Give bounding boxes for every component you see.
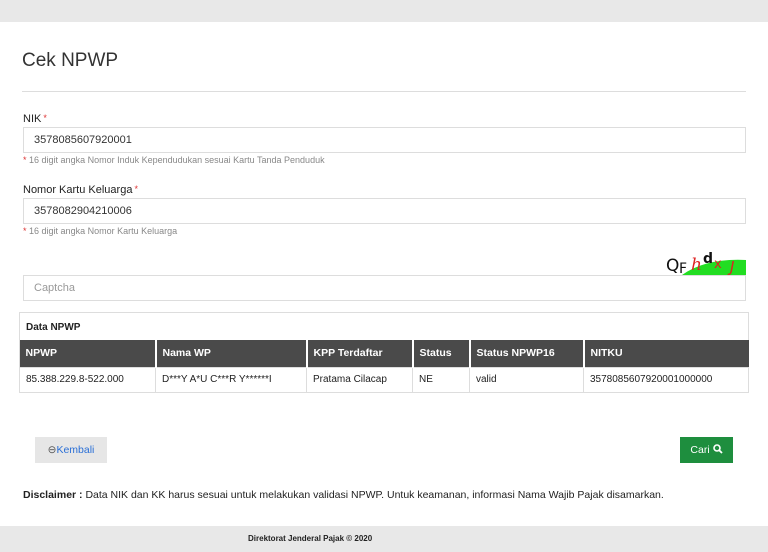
column-header: Status [412, 340, 471, 367]
back-button[interactable]: ⊖Kembali [35, 437, 107, 463]
cell-nitku: 3578085607920001000000 [583, 366, 749, 393]
page-title: Cek NPWP [22, 50, 119, 71]
captcha-image: Q F h d x J [666, 250, 746, 275]
svg-text:d: d [703, 251, 713, 267]
disclaimer: Disclaimer : Data NIK dan KK harus sesua… [23, 489, 664, 501]
nik-label: NIK * [23, 113, 47, 125]
cell-nama-wp: D***Y A*U C***R Y******I [155, 366, 307, 393]
column-header: KPP Terdaftar [306, 340, 414, 367]
svg-text:h: h [691, 255, 702, 275]
search-button[interactable]: Cari [680, 437, 733, 463]
divider [22, 91, 746, 92]
svg-text:x: x [714, 257, 722, 272]
cell-kpp: Pratama Cilacap [306, 366, 413, 393]
cell-npwp: 85.388.229.8-522.000 [19, 366, 156, 393]
column-header: Status NPWP16 [469, 340, 585, 367]
npwp-table: NPWP Nama WP KPP Terdaftar Status Status… [19, 340, 749, 393]
search-icon [712, 444, 723, 454]
npwp-data-panel: Data NPWP NPWP Nama WP KPP Terdaftar Sta… [19, 312, 749, 393]
svg-text:F: F [679, 261, 687, 275]
kk-label: Nomor Kartu Keluarga * [23, 184, 138, 196]
nik-help: * 16 digit angka Nomor Induk Kependuduka… [23, 155, 325, 165]
captcha-input[interactable]: Captcha [23, 275, 746, 301]
table-row: 85.388.229.8-522.000 D***Y A*U C***R Y**… [19, 366, 749, 393]
column-header: NPWP [19, 340, 157, 367]
kk-help: * 16 digit angka Nomor Kartu Keluarga [23, 226, 178, 236]
table-header-row: NPWP Nama WP KPP Terdaftar Status Status… [19, 340, 749, 367]
top-bar [0, 0, 768, 22]
column-header: Nama WP [155, 340, 308, 367]
nik-input[interactable]: 3578085607920001 [23, 127, 746, 153]
kk-input[interactable]: 3578082904210006 [23, 198, 746, 224]
panel-title: Data NPWP [26, 322, 81, 333]
cell-status: NE [412, 366, 470, 393]
footer: Direktorat Jenderal Pajak © 2020 [0, 526, 768, 552]
column-header: NITKU [583, 340, 749, 367]
svg-text:Q: Q [666, 256, 679, 275]
cell-status-npwp16: valid [469, 366, 584, 393]
